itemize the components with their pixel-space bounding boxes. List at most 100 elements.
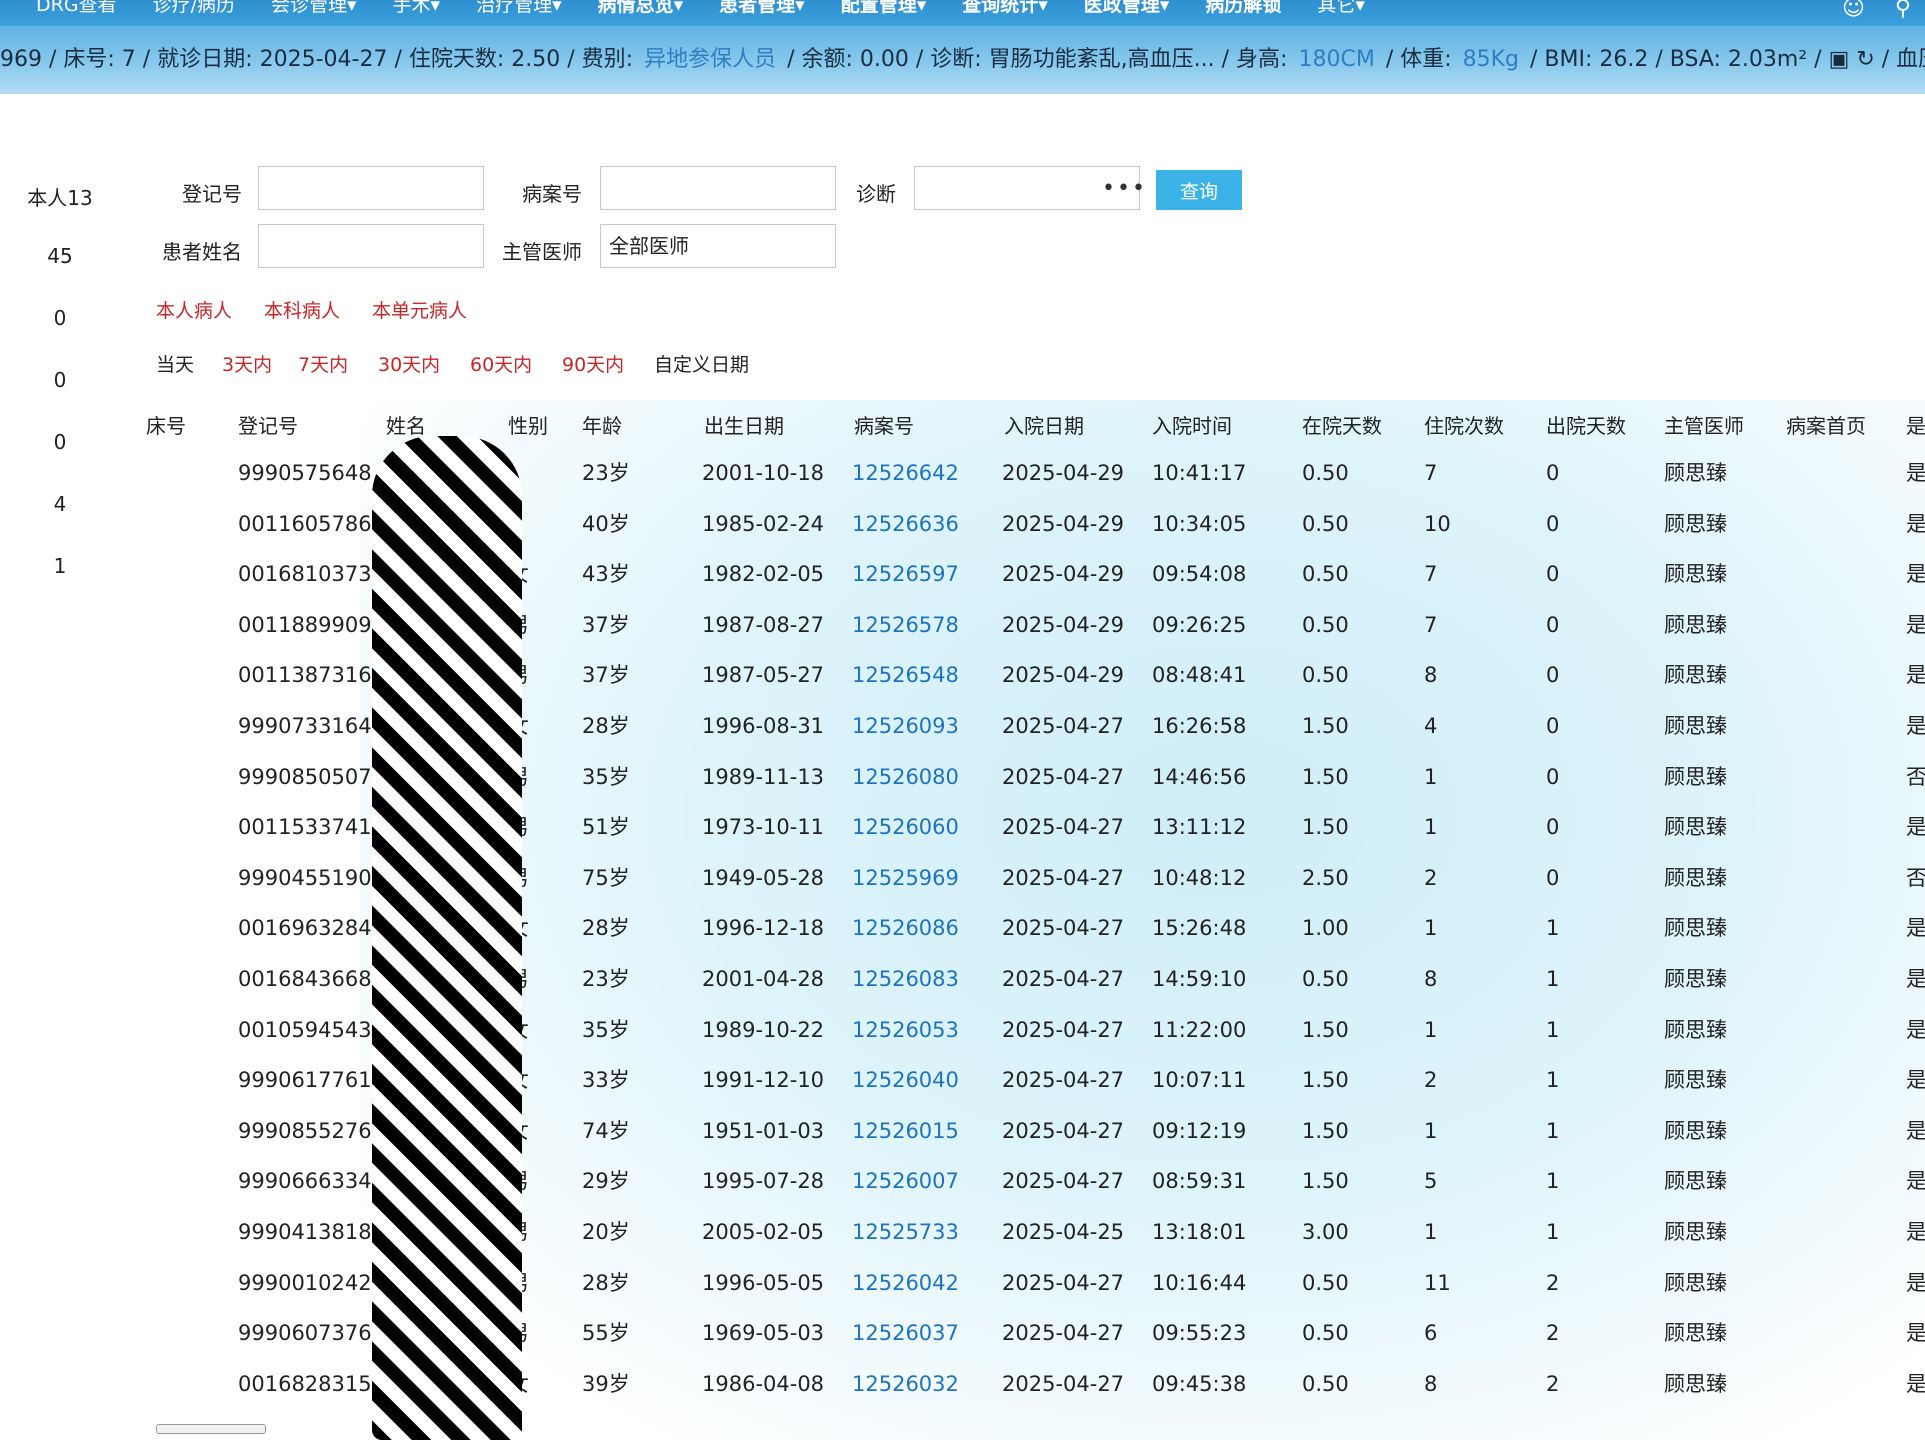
column-header[interactable]: 年龄 bbox=[582, 410, 622, 439]
scope-self-link[interactable]: 本人病人 bbox=[156, 296, 232, 323]
table-row[interactable]: 9990607376男55岁1969-05-03125260372025-04-… bbox=[0, 1308, 1925, 1358]
custom-date-link[interactable]: 自定义日期 bbox=[654, 350, 749, 377]
column-header[interactable]: 登记号 bbox=[238, 410, 298, 439]
cell-adm: 2025-04-27 bbox=[1002, 916, 1125, 941]
table-row[interactable]: 9990455190男75岁1949-05-28125259692025-04-… bbox=[0, 853, 1925, 903]
table-row[interactable]: 0016810373女43岁1982-02-05125265972025-04-… bbox=[0, 549, 1925, 599]
date-3days-link[interactable]: 3天内 bbox=[222, 350, 272, 377]
count-item[interactable]: 0 bbox=[0, 368, 120, 392]
nav-item[interactable]: 诊疗/病历 bbox=[153, 0, 235, 18]
table-row[interactable]: 0016843668男23岁2001-04-28125260832025-04-… bbox=[0, 954, 1925, 1004]
cell-case[interactable]: 12526042 bbox=[852, 1258, 959, 1308]
nav-item[interactable]: 手术▾ bbox=[393, 0, 441, 18]
cell-times: 1 bbox=[1424, 1017, 1438, 1042]
patient-info-bar: 969 / 床号: 7 / 就诊日期: 2025-04-27 / 住院天数: 2… bbox=[0, 26, 1925, 94]
table-row[interactable]: 9990733164女28岁1996-08-31125260932025-04-… bbox=[0, 701, 1925, 751]
table-row[interactable]: 9990575648 23岁 2001-10-18 12526642 2025-04-2… bbox=[0, 448, 1925, 498]
date-30days-link[interactable]: 30天内 bbox=[378, 350, 440, 377]
column-header[interactable]: 主管医师 bbox=[1664, 410, 1744, 439]
table-row[interactable]: 0011605786 40岁 1985-02-24 12526636 2025-04-2… bbox=[0, 499, 1925, 549]
cell-case[interactable]: 12526083 bbox=[852, 954, 959, 1004]
column-header[interactable]: 入院时间 bbox=[1152, 410, 1232, 439]
nav-item[interactable]: DRG查看 bbox=[36, 0, 117, 18]
nav-item[interactable]: 医政管理▾ bbox=[1084, 0, 1170, 18]
query-button[interactable]: 查询 bbox=[1156, 170, 1242, 210]
table-row[interactable]: 0011387316男37岁1987-05-27125265482025-04-… bbox=[0, 650, 1925, 700]
column-header[interactable]: 病案首页 bbox=[1786, 410, 1866, 439]
table-row[interactable]: 9990617761女33岁1991-12-10125260402025-04-… bbox=[0, 1055, 1925, 1105]
cell-case[interactable]: 12526086 bbox=[852, 903, 959, 953]
table-row[interactable]: 9990850507男35岁1989-11-13125260802025-04-… bbox=[0, 752, 1925, 802]
cell-last: 是 bbox=[1906, 1270, 1925, 1295]
cell-case[interactable]: 12526032 bbox=[852, 1359, 959, 1409]
date-7days-link[interactable]: 7天内 bbox=[298, 350, 348, 377]
reg-no-input[interactable] bbox=[258, 166, 484, 210]
column-header[interactable]: 病案号 bbox=[854, 410, 914, 439]
cell-case[interactable]: 12525733 bbox=[852, 1207, 959, 1257]
cell-case[interactable]: 12526080 bbox=[852, 752, 959, 802]
column-header[interactable]: 入院日期 bbox=[1004, 410, 1084, 439]
date-60days-link[interactable]: 60天内 bbox=[470, 350, 532, 377]
scope-unit-link[interactable]: 本单元病人 bbox=[372, 296, 467, 323]
date-90days-link[interactable]: 90天内 bbox=[562, 350, 624, 377]
column-header[interactable]: 性别 bbox=[508, 410, 548, 439]
user-icon[interactable]: ☺ bbox=[1842, 0, 1865, 21]
cell-case[interactable]: 12526053 bbox=[852, 1005, 959, 1055]
cell-doc: 顾思臻 bbox=[1664, 967, 1727, 991]
nav-item[interactable]: 其它▾ bbox=[1317, 0, 1365, 18]
table-row[interactable]: 0011533741男51岁1973-10-11125260602025-04-… bbox=[0, 802, 1925, 852]
count-item[interactable]: 0 bbox=[0, 306, 120, 330]
table-row[interactable]: 9990666334男29岁1995-07-28125260072025-04-… bbox=[0, 1156, 1925, 1206]
cell-time: 16:26:58 bbox=[1152, 714, 1247, 738]
cell-case[interactable]: 12526015 bbox=[852, 1106, 959, 1156]
table-row[interactable]: 0016963284女28岁1996-12-18125260862025-04-… bbox=[0, 903, 1925, 953]
table-row[interactable]: 0010594543女35岁1989-10-22125260532025-04-… bbox=[0, 1005, 1925, 1055]
cell-case[interactable]: 12526597 bbox=[852, 549, 959, 599]
column-header[interactable]: 姓名 bbox=[386, 410, 426, 439]
cell-case[interactable]: 12525969 bbox=[852, 853, 959, 903]
nav-item[interactable]: 查询统计▾ bbox=[962, 0, 1048, 18]
nav-item[interactable]: 配置管理▾ bbox=[841, 0, 927, 18]
search-icon[interactable]: ⚲ bbox=[1895, 0, 1911, 21]
date-today-link[interactable]: 当天 bbox=[156, 350, 194, 377]
cell-case[interactable]: 12526040 bbox=[852, 1055, 959, 1105]
cell-case[interactable]: 12526642 bbox=[852, 448, 959, 498]
table-row[interactable]: 9990855276女74岁1951-01-03125260152025-04-… bbox=[0, 1106, 1925, 1156]
cell-last: 是 bbox=[1906, 612, 1925, 637]
cell-case[interactable]: 12526578 bbox=[852, 600, 959, 650]
column-header[interactable]: 出院天数 bbox=[1546, 410, 1626, 439]
count-self[interactable]: 本人13 bbox=[0, 182, 120, 211]
cell-last: 是 bbox=[1906, 1321, 1925, 1346]
column-header[interactable]: 床号 bbox=[146, 410, 186, 439]
column-header[interactable]: 在院天数 bbox=[1302, 410, 1382, 439]
patient-name-input[interactable] bbox=[258, 224, 484, 268]
cell-case[interactable]: 12526093 bbox=[852, 701, 959, 751]
column-header[interactable]: 是 bbox=[1906, 410, 1925, 439]
cell-case[interactable]: 12526007 bbox=[852, 1156, 959, 1206]
reg-no-label: 登记号 bbox=[182, 182, 242, 206]
nav-item[interactable]: 会诊管理▾ bbox=[271, 0, 357, 18]
cell-case[interactable]: 12526636 bbox=[852, 499, 959, 549]
cell-stay: 1.50 bbox=[1302, 1169, 1349, 1194]
horizontal-scrollbar[interactable] bbox=[156, 1424, 266, 1434]
table-row[interactable]: 0016828315女39岁1986-04-08125260322025-04-… bbox=[0, 1359, 1925, 1409]
nav-item[interactable]: 病历解锁 bbox=[1205, 0, 1281, 18]
nav-item[interactable]: 患者管理▾ bbox=[719, 0, 805, 18]
cell-case[interactable]: 12526037 bbox=[852, 1308, 959, 1358]
cell-age: 40岁 bbox=[582, 511, 630, 536]
table-row[interactable]: 9990010242男28岁1996-05-05125260422025-04-… bbox=[0, 1258, 1925, 1308]
more-icon[interactable]: ••• bbox=[1102, 176, 1147, 201]
cell-adm: 2025-04-27 bbox=[1002, 1371, 1125, 1396]
column-header[interactable]: 住院次数 bbox=[1424, 410, 1504, 439]
case-no-input[interactable] bbox=[600, 166, 836, 210]
cell-case[interactable]: 12526060 bbox=[852, 802, 959, 852]
table-row[interactable]: 9990413818男20岁2005-02-05125257332025-04-… bbox=[0, 1207, 1925, 1257]
nav-item[interactable]: 病情总览▾ bbox=[598, 0, 684, 18]
scope-dept-link[interactable]: 本科病人 bbox=[264, 296, 340, 323]
column-header[interactable]: 出生日期 bbox=[704, 410, 784, 439]
count-item[interactable]: 45 bbox=[0, 244, 120, 268]
table-row[interactable]: 0011889909男37岁1987-08-27125265782025-04-… bbox=[0, 600, 1925, 650]
cell-case[interactable]: 12526548 bbox=[852, 650, 959, 700]
doctor-select[interactable]: 全部医师 bbox=[600, 224, 836, 268]
nav-item[interactable]: 治疗管理▾ bbox=[476, 0, 562, 18]
